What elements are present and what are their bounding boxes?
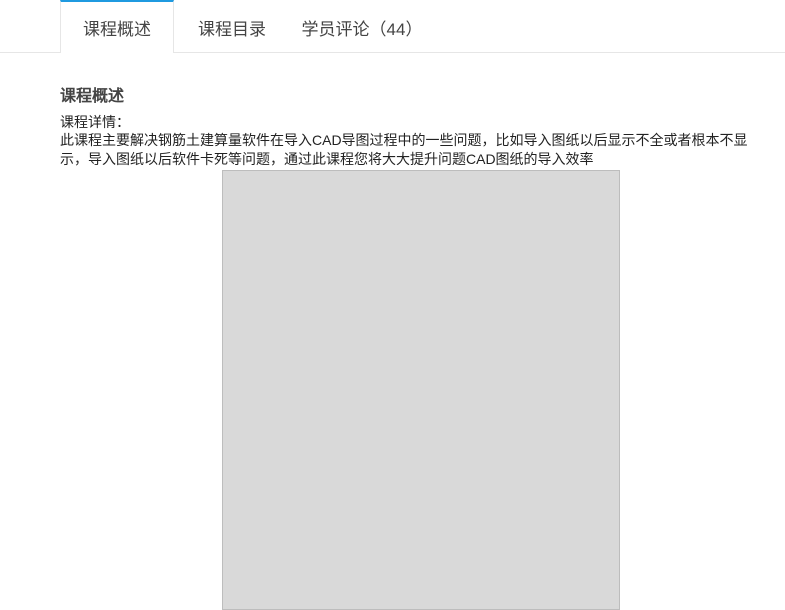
course-screenshot-placeholder-lower [222,456,620,610]
tab-course-overview[interactable]: 课程概述 [60,0,174,53]
section-title: 课程概述 [60,88,125,105]
tab-course-catalog[interactable]: 课程目录 [180,0,284,52]
course-description: 此课程主要解决钢筋土建算量软件在导入CAD导图过程中的一些问题，比如导入图纸以后… [60,132,748,167]
tab-student-reviews[interactable]: 学员评论（44） [294,0,430,52]
detail-label: 课程详情： [60,114,130,130]
course-tabs: 课程概述 课程目录 学员评论（44） [0,0,785,53]
